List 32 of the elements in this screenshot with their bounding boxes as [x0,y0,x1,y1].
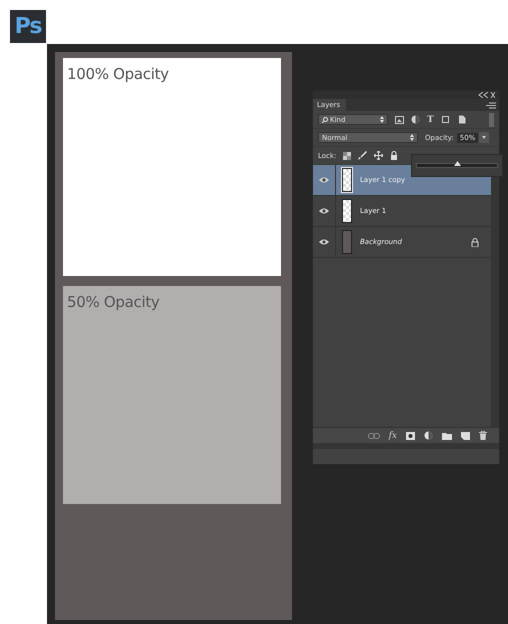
type-icon[interactable]: T [427,114,434,124]
layer-thumbnail [342,168,352,192]
new-layer-icon[interactable] [461,431,470,440]
document-icon[interactable] [456,115,466,124]
folder-icon[interactable] [442,432,452,440]
up-down-arrow-icon [380,116,384,123]
search-icon [322,116,328,122]
checker-icon[interactable] [343,152,352,160]
eye-icon[interactable] [319,239,329,245]
move-icon[interactable] [374,151,384,160]
eye-icon[interactable] [319,208,329,214]
collapse-icon[interactable] [477,92,495,98]
trash-icon[interactable] [479,431,487,440]
eye-icon[interactable] [319,177,329,183]
layer-thumbnail [342,230,352,254]
swatch-label: 100% Opacity [67,65,169,83]
mask-icon[interactable] [406,432,415,440]
half-circle-icon[interactable] [424,431,433,440]
panel-menu-icon[interactable] [486,102,496,108]
shape-icon[interactable] [440,115,450,124]
circle-icon[interactable] [411,115,420,124]
brush-icon[interactable] [358,151,368,160]
swatch-label: 50% Opacity [67,293,160,311]
lock-icon[interactable] [390,151,398,160]
effects-icon[interactable]: fx [388,430,397,440]
filter-toggle[interactable] [489,112,494,126]
layer-thumbnail [342,199,352,223]
slider-thumb[interactable] [454,161,461,166]
app-logo: Ps [10,10,46,43]
link-icon[interactable] [368,432,380,438]
image-icon[interactable] [395,116,404,124]
up-down-arrow-icon [410,134,414,141]
